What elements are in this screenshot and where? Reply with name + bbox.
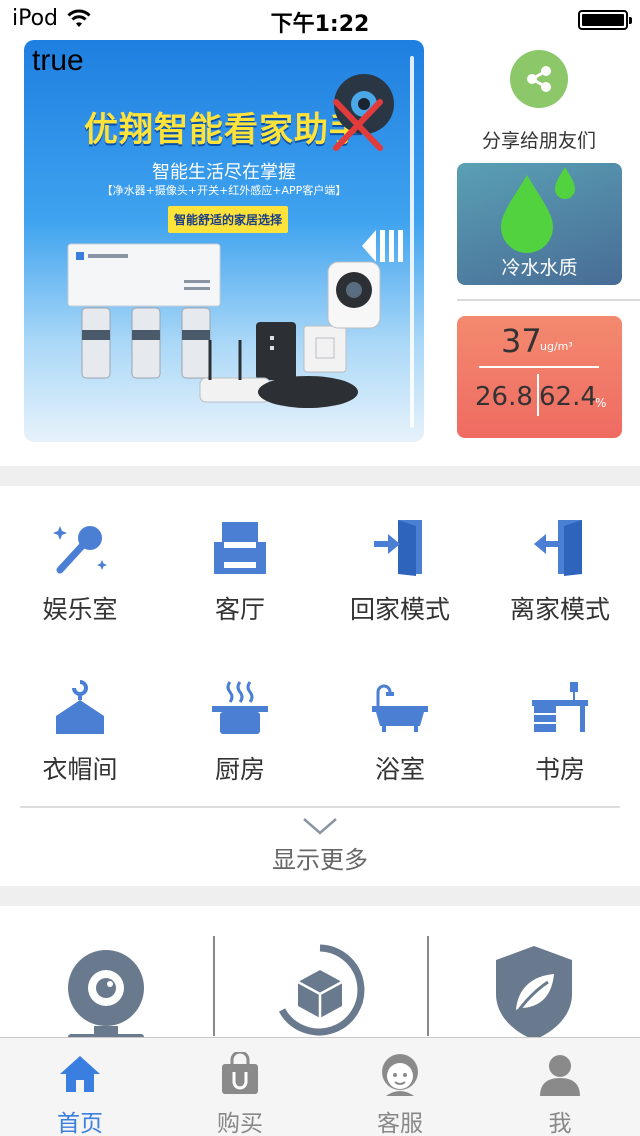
door-exit-icon [534,520,582,576]
room-label: 衣帽间 [42,755,118,784]
banner-scrollbar [410,56,414,428]
desk-icon [532,682,588,732]
tab-label: 我 [548,1111,572,1136]
water-quality-label: 冷水水质 [501,257,578,279]
room-label: 回家模式 [349,595,450,624]
bathtub-icon [372,684,428,732]
banner-tagline: 智能舒适的家居选择 [168,206,289,233]
promo-banner[interactable]: true 优翔智能看家助手 智能生活尽在掌握 【净水器+摄像头+开关+红外感应+… [24,40,424,442]
share-icon [510,50,568,108]
sofa-icon [214,522,266,574]
tab-me[interactable]: 我 [480,1038,640,1136]
humidity-value: 62.4 [539,382,597,412]
status-bar: iPod 下午1:22 [0,0,640,40]
room-cloakroom[interactable]: 衣帽间 [0,678,160,818]
share-button[interactable]: 分享给朋友们 [456,46,622,154]
status-time: 下午1:22 [270,12,370,37]
room-entertainment[interactable]: 娱乐室 [0,518,160,658]
camera-icon [68,950,144,1040]
microphone-icon [53,526,107,574]
water-drop-icon [501,167,575,253]
show-more-button[interactable]: 显示更多 [220,814,420,874]
share-label: 分享给朋友们 [481,130,596,152]
section-separator [0,466,640,486]
customer-service-icon [382,1054,418,1096]
battery-icon [578,10,632,30]
tab-label: 客服 [377,1111,423,1136]
room-label: 娱乐室 [42,595,118,624]
room-label: 书房 [534,755,585,784]
pm25-unit: ug/m³ [540,340,573,353]
room-kitchen[interactable]: 厨房 [160,678,320,818]
room-label: 离家模式 [509,595,610,624]
room-away-mode[interactable]: 离家模式 [480,518,640,658]
close-icon[interactable] [330,74,394,152]
banner-features: 【净水器+摄像头+开关+红外感应+APP客户端】 [101,184,347,197]
user-icon [540,1055,580,1096]
feature-camera[interactable] [0,936,212,1040]
cube-icon [278,944,365,1036]
tab-label: 首页 [57,1111,103,1136]
shopping-bag-icon [222,1052,258,1094]
room-bathroom[interactable]: 浴室 [320,678,480,818]
tab-buy[interactable]: 购买 [160,1038,320,1136]
app-screen: iPod 下午1:22 true 优翔智能看家助手 智能生活尽在掌握 【净水器+… [0,0,640,1136]
banner-subtitle: 智能生活尽在掌握 [152,162,296,183]
cooking-pot-icon [212,681,268,734]
feature-device[interactable] [214,936,426,1036]
products-illustration [67,243,381,408]
banner-debug-text: true [32,44,84,77]
temperature-value: 26.8 [475,382,533,412]
feature-security[interactable] [428,936,640,1040]
room-study[interactable]: 书房 [480,678,640,818]
side-divider [457,299,640,301]
tab-bar: 首页 购买 客服 我 [0,1037,640,1136]
room-home-mode[interactable]: 回家模式 [320,518,480,658]
show-more-label: 显示更多 [272,846,368,874]
home-icon [60,1056,100,1092]
room-label: 浴室 [374,755,425,784]
pm25-value: 37 [501,322,542,360]
chevron-down-icon [303,818,337,835]
shield-leaf-icon [496,946,572,1040]
door-enter-icon [374,520,422,576]
room-label: 厨房 [214,755,265,784]
air-quality-card[interactable]: 37 ug/m³ 26.8 62.4 % [457,316,622,438]
room-living-room[interactable]: 客厅 [160,518,320,658]
tab-home[interactable]: 首页 [0,1038,160,1136]
humidity-unit: % [595,396,607,410]
water-quality-card[interactable]: 冷水水质 [457,163,622,285]
room-label: 客厅 [214,595,265,624]
air-card-divider [479,366,599,368]
section-separator [0,886,640,906]
tab-service[interactable]: 客服 [320,1038,480,1136]
hanger-icon [56,680,104,734]
tab-label: 购买 [217,1111,263,1136]
grid-divider [20,806,620,808]
